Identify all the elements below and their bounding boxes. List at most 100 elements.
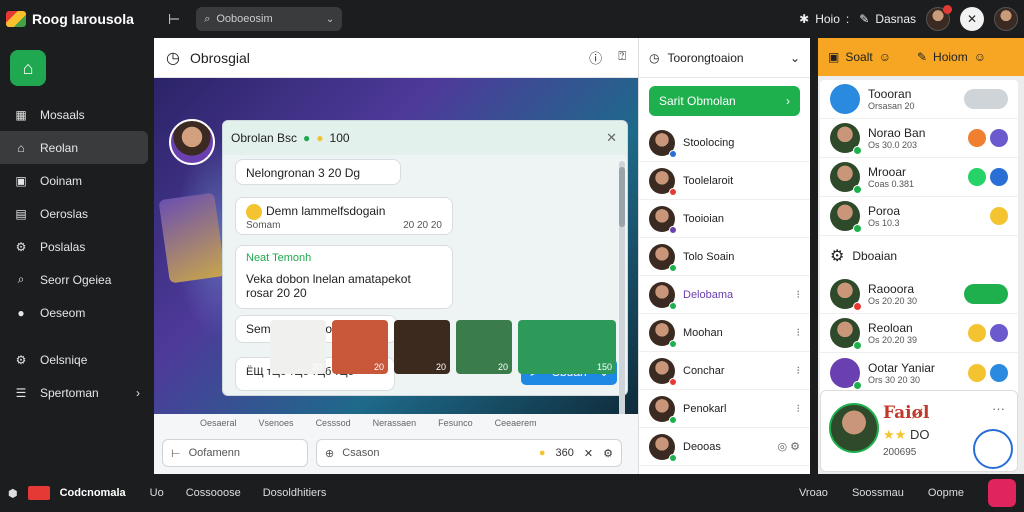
app-name: Roog Iarousola [32, 11, 134, 27]
footer-link[interactable]: Vroao [799, 487, 828, 499]
reaction-icon[interactable] [990, 129, 1008, 147]
call-icon[interactable] [990, 168, 1008, 186]
sidebar-item-8[interactable]: ☰ Spertoman › [0, 376, 148, 409]
list-item[interactable]: Moohan ⁝ [639, 314, 810, 352]
list-item[interactable]: Mrooar Coas 0.381 [820, 158, 1018, 197]
toggle[interactable] [964, 284, 1008, 304]
list-item[interactable]: Conchar ⁝ [639, 352, 810, 390]
chevron-right-icon: › [786, 94, 790, 108]
chevron-down-icon[interactable]: ⌄ [790, 51, 800, 65]
more-icon[interactable]: ··· [992, 401, 1005, 416]
chevron-down-icon[interactable]: ⌄ [326, 14, 334, 25]
friends-list: Toooran Orsasan 20 Norao Ban Os 30.0 203 M… [820, 80, 1018, 426]
settings-icon[interactable]: ⚙ [603, 447, 613, 460]
list-item[interactable]: Poroa Os 10.3 [820, 197, 1018, 236]
tile[interactable]: 20 [394, 320, 450, 374]
app-logo[interactable]: Roog Iarousola [0, 11, 160, 27]
list-item[interactable]: Ootar Yaniar Ors 30 20 30 [820, 353, 1018, 392]
message-text: Veka dobon lnelan amatapekot [246, 272, 411, 286]
home-button[interactable]: ⌂ [10, 50, 46, 86]
sidebar-item-label: Oeseom [40, 305, 86, 320]
call-avatar-button[interactable] [973, 429, 1013, 469]
list-item[interactable]: Toolelaroit [639, 162, 810, 200]
list-item[interactable]: Raooora Os 20.20 30 [820, 275, 1018, 314]
theme-toggle-button[interactable]: ✕ [960, 7, 984, 31]
search-input[interactable]: ⌕ Ooboeosim ⌄ [196, 7, 343, 31]
list-item[interactable]: Reoloan Os 20.20 39 [820, 314, 1018, 353]
right-tab-right[interactable]: Hoiom [933, 50, 968, 64]
tools-button[interactable]: ✎ Dasnas [859, 12, 916, 26]
sidebar-item-0[interactable]: ▦ Mosaals [0, 98, 148, 131]
list-item[interactable]: Tooioian [639, 200, 810, 238]
edit-icon: ✎ [916, 50, 928, 64]
chat-icon[interactable] [968, 168, 986, 186]
more-icon[interactable]: ⁝ [797, 402, 801, 415]
settings-icon[interactable]: ◎ ⚙ [777, 440, 800, 453]
more-icon[interactable]: ⁝ [797, 326, 801, 339]
list-item[interactable]: Delobama ⁝ [639, 276, 810, 314]
avatar [649, 281, 677, 310]
collapse-icon[interactable]: ⊢ [168, 11, 180, 28]
info-icon[interactable]: ⓘ [589, 48, 602, 67]
sidebar-item-4[interactable]: ⚙ Poslalas [0, 230, 148, 263]
sidebar-item-label: Poslalas [40, 239, 86, 254]
chat-header: Obrolan Bsc ● ● 100 ✕ [223, 121, 627, 155]
message-time: 20 20 20 [403, 220, 442, 231]
reaction-icon[interactable] [990, 324, 1008, 342]
app-button[interactable] [988, 479, 1016, 507]
sidebar-item-6[interactable]: ● Oeseom [0, 296, 148, 329]
list-item[interactable]: Deooas ◎ ⚙ [639, 428, 810, 466]
chat-avatar[interactable] [169, 119, 215, 165]
reaction-icon[interactable] [968, 129, 986, 147]
sidebar-item-5[interactable]: ⌕ Seorr Ogeiea [0, 263, 148, 296]
tile[interactable]: 150 [518, 320, 616, 374]
list-item[interactable]: Penokarl ⁝ [639, 390, 810, 428]
sidebar-item-1[interactable]: ⌂ Reolan [0, 131, 148, 164]
tile[interactable]: 20 [332, 320, 388, 374]
tile-labels: Oesaeral Vsenoes Cesssod Nerassaen Fesun… [200, 418, 537, 428]
reaction-icon[interactable] [990, 363, 1008, 382]
tile[interactable]: 20 [270, 320, 326, 374]
clock-icon: ◷ [649, 50, 660, 65]
sidebar-item-2[interactable]: ▣ Ooinam [0, 164, 148, 197]
friend-sub: Orsasan 20 [868, 101, 915, 111]
close-icon[interactable]: ✕ [584, 447, 593, 460]
emoji-icon: ☺ [878, 50, 891, 64]
footer-link[interactable]: Oopme [928, 487, 964, 499]
footer-link[interactable]: Dosoldhitiers [263, 487, 327, 499]
toggle[interactable] [964, 89, 1008, 109]
emoji-icon[interactable] [968, 363, 986, 382]
help-button[interactable]: ✱ Hoio : [799, 12, 849, 26]
sidebar-item-3[interactable]: ▤ Oeroslas [0, 197, 148, 230]
close-icon[interactable]: ✕ [606, 130, 617, 146]
avatar [649, 319, 677, 348]
tile[interactable]: 20 [456, 320, 512, 374]
list-item[interactable]: Tolo Soain [639, 238, 810, 276]
list-item[interactable]: Norao Ban Os 30.0 203 [820, 119, 1018, 158]
list-item[interactable]: Stoolocing [639, 124, 810, 162]
more-icon[interactable]: ⁝ [797, 364, 801, 377]
profile-card[interactable]: Faiøl ★★ DO 200695 ··· [820, 390, 1018, 472]
friend-name: Reoloan [868, 321, 913, 335]
profile-avatar[interactable] [994, 7, 1018, 31]
sidebar-item-7[interactable]: ⚙ Oelsniqe [0, 343, 148, 376]
start-chat-button[interactable]: Sarit Obmolan › [649, 86, 800, 116]
start-chat-label: Sarit Obmolan [659, 94, 736, 108]
scrollbar[interactable] [619, 161, 625, 414]
emoji-icon[interactable] [968, 324, 986, 342]
emoji-icon[interactable] [990, 207, 1008, 225]
tile-label: Nerassaen [372, 418, 417, 428]
tile-overlay: 20 [373, 362, 384, 372]
star-icon: ★★ [883, 427, 907, 442]
list-item[interactable]: Toooran Orsasan 20 [820, 80, 1018, 119]
notification-icon[interactable]: ⍰ [618, 48, 626, 67]
more-icon[interactable]: ⁝ [797, 288, 801, 301]
footer-link[interactable]: Cossooose [186, 487, 241, 499]
message-input[interactable]: ⊕ Csason ● 360 ✕ ⚙ [316, 439, 622, 467]
emoji-icon[interactable]: ● [539, 447, 546, 460]
avatar[interactable] [926, 5, 952, 31]
right-tab-left[interactable]: Soalt [845, 50, 872, 64]
filter-field[interactable]: ⊢ Oofamenn [162, 439, 308, 467]
footer-link[interactable]: Uo [150, 487, 164, 499]
footer-link[interactable]: Soossmau [852, 487, 904, 499]
